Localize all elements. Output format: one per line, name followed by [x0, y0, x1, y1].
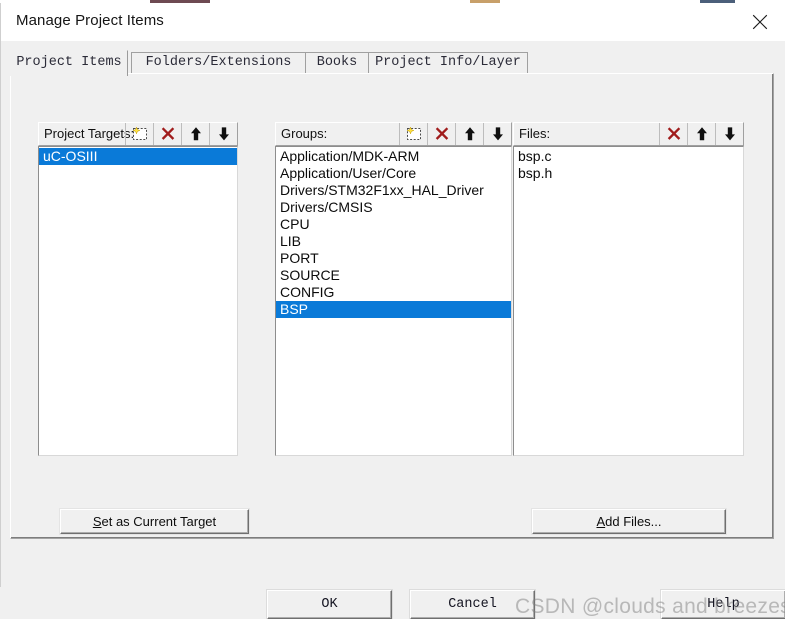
project-targets-list[interactable]: uC-OSIII	[38, 146, 238, 456]
list-item[interactable]: CONFIG	[276, 284, 511, 301]
project-targets-panel: Project Targets: uC-OSIII	[38, 122, 238, 456]
new-group-button[interactable]	[399, 123, 427, 145]
page-title: Manage Project Items	[16, 12, 164, 29]
dialog-client-area: Project Items Folders/Extensions Books P…	[1, 41, 785, 619]
list-item[interactable]: BSP	[276, 301, 511, 318]
remove-group-button[interactable]	[427, 123, 455, 145]
close-button[interactable]	[737, 3, 783, 37]
close-icon	[752, 14, 768, 30]
move-down-icon	[492, 127, 503, 141]
move-up-icon	[696, 127, 707, 141]
list-item[interactable]: LIB	[276, 233, 511, 250]
move-up-button[interactable]	[181, 123, 209, 145]
move-up-icon	[190, 127, 201, 141]
remove-file-button[interactable]	[659, 123, 687, 145]
groups-panel: Groups: Application/MDK-ARM Application/…	[275, 122, 512, 456]
list-item[interactable]: bsp.c	[514, 148, 743, 165]
files-label: Files:	[519, 126, 551, 141]
delete-icon	[161, 127, 174, 140]
add-files-button[interactable]: Add Files...	[532, 509, 726, 534]
groups-list[interactable]: Application/MDK-ARM Application/User/Cor…	[275, 146, 512, 456]
new-item-button[interactable]	[125, 123, 153, 145]
move-down-icon	[724, 127, 735, 141]
groups-toolbar	[399, 123, 511, 145]
add-files-accel: A	[596, 514, 606, 529]
remove-item-button[interactable]	[153, 123, 181, 145]
files-toolbar	[659, 123, 743, 145]
move-down-icon	[218, 127, 229, 141]
set-target-label: et as Current Target	[101, 514, 217, 529]
list-item[interactable]: Application/MDK-ARM	[276, 148, 511, 165]
files-header: Files:	[513, 122, 744, 146]
project-targets-toolbar	[125, 123, 237, 145]
groups-label: Groups:	[281, 126, 328, 141]
tab-folders-extensions[interactable]: Folders/Extensions	[131, 52, 306, 74]
set-as-current-target-button[interactable]: Set as Current Target	[60, 509, 249, 534]
new-item-icon	[405, 126, 421, 140]
move-group-down-button[interactable]	[483, 123, 511, 145]
ok-button[interactable]: OK	[267, 590, 392, 619]
new-item-icon	[131, 126, 147, 140]
files-panel: Files: bsp.c bsp.h	[513, 122, 744, 456]
add-files-label: dd Files...	[605, 514, 662, 529]
list-item[interactable]: Application/User/Core	[276, 165, 511, 182]
project-targets-label: Project Targets:	[44, 126, 135, 141]
list-item[interactable]: Drivers/STM32F1xx_HAL_Driver	[276, 182, 511, 199]
files-list[interactable]: bsp.c bsp.h	[513, 146, 744, 456]
cancel-button[interactable]: Cancel	[410, 590, 535, 619]
tab-project-items[interactable]: Project Items	[10, 50, 128, 76]
move-file-up-button[interactable]	[687, 123, 715, 145]
delete-icon	[435, 127, 448, 140]
tab-books[interactable]: Books	[305, 52, 369, 74]
move-group-up-button[interactable]	[455, 123, 483, 145]
tab-project-info-layer[interactable]: Project Info/Layer	[368, 52, 528, 74]
list-item[interactable]: bsp.h	[514, 165, 743, 182]
tab-strip: Project Items Folders/Extensions Books P…	[10, 50, 776, 76]
list-item[interactable]: CPU	[276, 216, 511, 233]
set-target-accel: S	[92, 514, 102, 529]
list-item[interactable]: SOURCE	[276, 267, 511, 284]
move-down-button[interactable]	[209, 123, 237, 145]
delete-icon	[667, 127, 680, 140]
groups-header: Groups:	[275, 122, 512, 146]
list-item[interactable]: uC-OSIII	[39, 148, 237, 165]
project-targets-header: Project Targets:	[38, 122, 238, 146]
move-up-icon	[464, 127, 475, 141]
list-item[interactable]: Drivers/CMSIS	[276, 199, 511, 216]
move-file-down-button[interactable]	[715, 123, 743, 145]
title-bar: Manage Project Items	[1, 3, 785, 41]
list-item[interactable]: PORT	[276, 250, 511, 267]
help-button[interactable]: Help	[661, 590, 785, 619]
dialog-window: Manage Project Items Project Items Folde…	[0, 3, 785, 619]
